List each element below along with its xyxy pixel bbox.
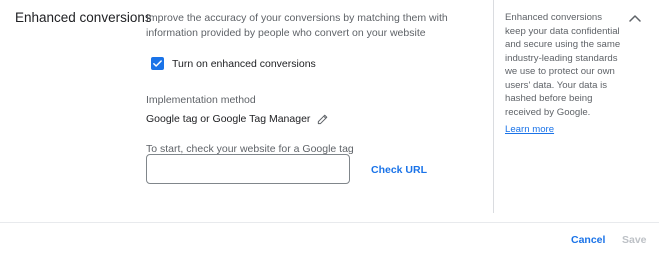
learn-more-link[interactable]: Learn more xyxy=(505,124,554,135)
implementation-method-row: Google tag or Google Tag Manager xyxy=(146,112,330,126)
footer-divider xyxy=(0,222,659,223)
check-icon xyxy=(153,60,162,67)
check-url-button[interactable]: Check URL xyxy=(371,164,427,176)
cancel-button[interactable]: Cancel xyxy=(571,234,605,246)
save-button[interactable]: Save xyxy=(622,234,647,246)
checkbox[interactable] xyxy=(151,57,164,70)
implementation-method-value: Google tag or Google Tag Manager xyxy=(146,113,311,125)
implementation-method-label: Implementation method xyxy=(146,94,256,106)
pencil-icon[interactable] xyxy=(316,112,330,126)
enhanced-conversions-toggle[interactable]: Turn on enhanced conversions xyxy=(151,57,316,70)
help-text: Enhanced conversions keep your data conf… xyxy=(505,12,621,118)
chevron-up-icon[interactable] xyxy=(627,11,643,25)
website-url-input[interactable] xyxy=(146,154,350,184)
vertical-divider xyxy=(493,0,494,213)
section-title: Enhanced conversions xyxy=(15,10,152,25)
section-description: Improve the accuracy of your conversions… xyxy=(146,12,448,39)
checkbox-label: Turn on enhanced conversions xyxy=(172,57,316,70)
